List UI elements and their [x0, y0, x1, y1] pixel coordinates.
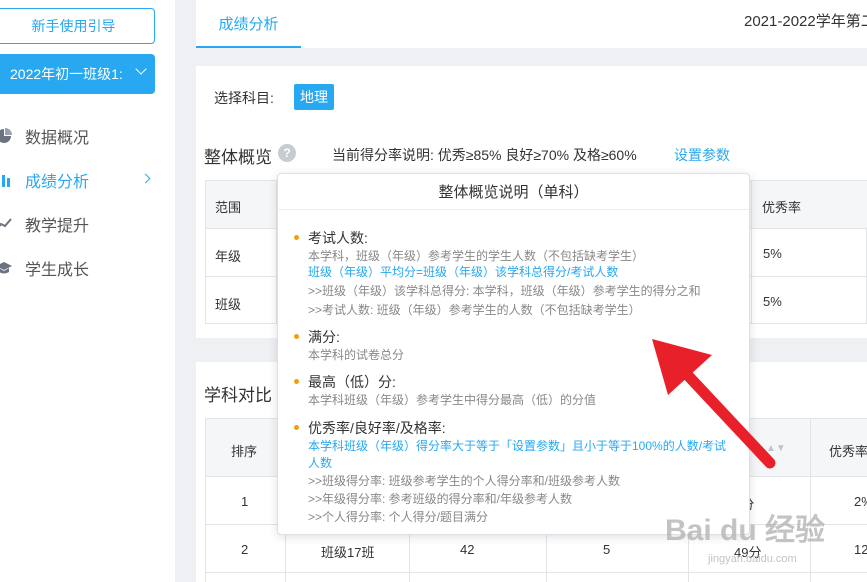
sidebar-item-teaching-improve[interactable]: 教学提升	[0, 209, 175, 239]
popup-line: 本学科的试卷总分	[308, 348, 405, 362]
popup-item-title: 满分:	[308, 329, 340, 345]
popup-line: >>个人得分率: 个人得分/题目满分	[308, 510, 489, 524]
bullet-dot	[294, 425, 299, 430]
tab-score-analysis[interactable]: 成绩分析	[196, 0, 301, 48]
set-params-link[interactable]: 设置参数	[674, 145, 730, 165]
baidu-watermark-logo: Bai du 经验	[665, 514, 826, 547]
rate-description: 当前得分率说明: 优秀≥85% 良好≥70% 及格≥60%	[332, 147, 637, 163]
popup-line: 人数	[308, 456, 333, 470]
subject-tag[interactable]: 地理	[294, 84, 334, 110]
popup-item-title: 优秀率/良好率/及格率:	[308, 420, 446, 436]
popup-line: >>考试人数: 班级（年级）参考学生的人数（不包括缺考学生）	[308, 303, 641, 317]
sidebar-item-score-analysis[interactable]: 成绩分析	[0, 165, 175, 195]
popup-item-title: 最高（低）分:	[308, 374, 396, 390]
red-arrow-icon	[652, 339, 776, 469]
bullet-dot	[294, 334, 299, 339]
popup-line: >>年级得分率: 参考班级的得分率和/年级参考人数	[308, 492, 573, 506]
column-divider	[751, 181, 752, 324]
sidebar-item-data-overview[interactable]: 数据概况	[0, 121, 175, 151]
pie-chart-icon	[0, 128, 12, 143]
compare-title: 学科对比	[204, 386, 272, 405]
class-cell: 班级17班	[321, 545, 375, 560]
popup-line: >>班级（年级）该学科总得分: 本学科，班级（年级）参考学生的得分之和	[308, 284, 701, 298]
popup-line: >>班级得分率: 班级参考学生的个人得分率和/班级参考人数	[308, 474, 621, 488]
popup-title: 整体概览说明（单科）	[278, 174, 749, 210]
rate-cell: 2%	[854, 494, 867, 509]
class-select-label: 2022年初一班级1:	[10, 66, 123, 82]
sidebar-item-student-growth[interactable]: 学生成长	[0, 253, 175, 283]
guide-button[interactable]: 新手使用引导	[0, 8, 155, 44]
sidebar-item-label: 学生成长	[25, 262, 90, 279]
bar-chart-icon	[2, 175, 10, 187]
help-icon[interactable]: ?	[278, 144, 296, 162]
baidu-watermark-url: jingyan.baidu.com	[708, 553, 797, 565]
header-rank: 排序	[231, 444, 258, 459]
subject-label: 选择科目:	[214, 90, 274, 106]
popup-item-title: 考试人数:	[308, 230, 368, 246]
top-tab-bar: 成绩分析 2021-2022学年第二	[196, 0, 867, 48]
trend-line-icon	[0, 218, 12, 228]
chevron-down-icon	[135, 63, 147, 75]
bullet-dot	[294, 379, 299, 384]
excellent-cell: 5%	[763, 294, 782, 309]
graduation-cap-icon	[0, 262, 12, 274]
popup-line: 本学科班级（年级）参考学生中得分最高（低）的分值	[308, 393, 597, 407]
sidebar: 新手使用引导 2022年初一班级1: 数据概况 成绩分析 教学提升 学生成长	[0, 0, 175, 582]
bullet-dot	[294, 235, 299, 240]
sidebar-item-label: 教学提升	[25, 218, 90, 235]
overview-title: 整体概览	[204, 148, 272, 167]
rank-cell: 1	[241, 494, 249, 509]
scope-cell: 班级	[215, 297, 242, 312]
semester-label: 2021-2022学年第二	[744, 13, 867, 30]
count-cell: 42	[460, 542, 475, 557]
rank-cell: 2	[241, 542, 249, 557]
header-scope: 范围	[215, 200, 242, 215]
sidebar-item-label: 数据概况	[25, 130, 90, 147]
absent-cell: 5	[603, 542, 611, 557]
class-select-dropdown[interactable]: 2022年初一班级1:	[0, 54, 155, 94]
scope-cell: 年级	[215, 249, 242, 264]
popup-line: 班级（年级）平均分=班级（年级）该学科总得分/考试人数	[308, 265, 619, 279]
excellent-cell: 5%	[763, 246, 782, 261]
header-excellent: 优秀率	[762, 200, 802, 215]
sidebar-item-label: 成绩分析	[25, 174, 90, 191]
column-divider	[810, 419, 811, 582]
chevron-right-icon	[140, 173, 151, 184]
rate-cell: 12	[854, 542, 867, 557]
header-excellent: 优秀率	[829, 444, 867, 459]
popup-line: 本学科，班级（年级）参考学生的学生人数（不包括缺考学生）	[308, 249, 645, 263]
